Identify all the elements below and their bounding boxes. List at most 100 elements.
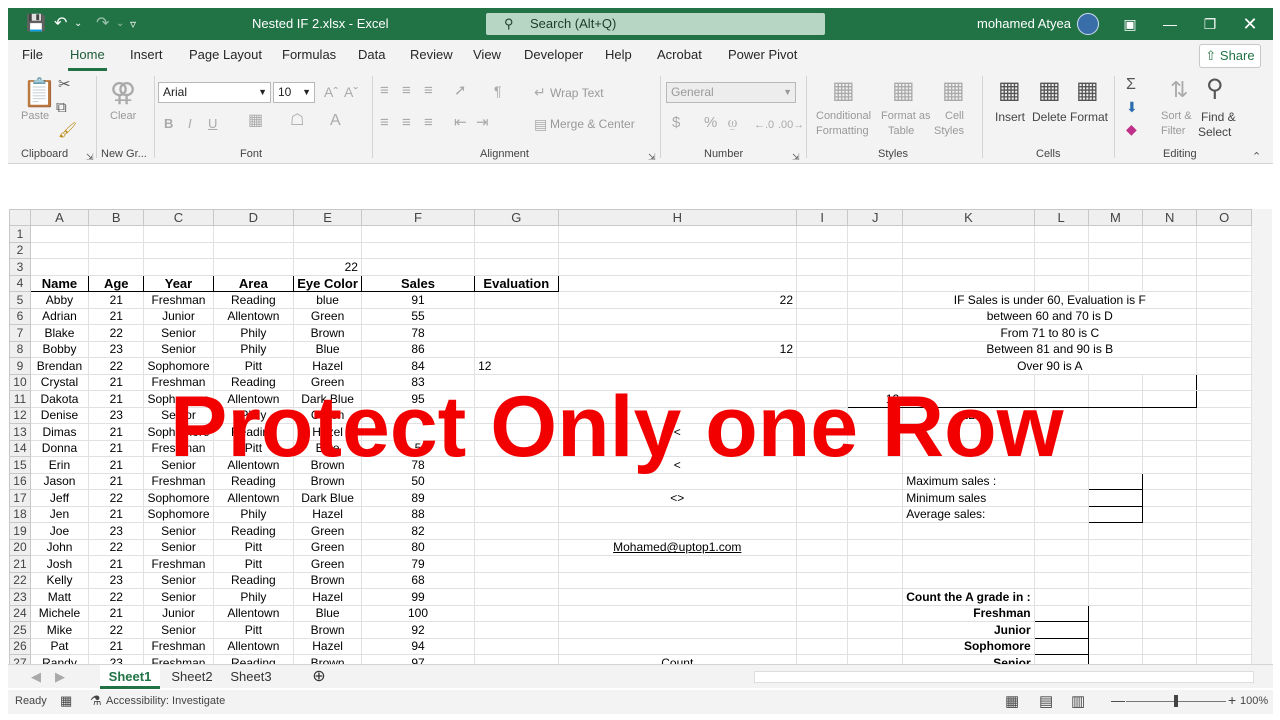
cell-M11[interactable] bbox=[1087, 390, 1144, 408]
cell-G19[interactable] bbox=[474, 522, 559, 540]
row-header[interactable]: 12 bbox=[9, 406, 31, 424]
cell-G9[interactable]: 12 bbox=[474, 357, 559, 375]
cell-G17[interactable] bbox=[474, 489, 559, 507]
cell-N20[interactable] bbox=[1142, 538, 1198, 556]
cell-A3[interactable] bbox=[29, 258, 90, 276]
cell-L17[interactable] bbox=[1033, 489, 1089, 507]
cell-B19[interactable]: 23 bbox=[88, 522, 145, 540]
row-header[interactable]: 2 bbox=[9, 241, 31, 259]
cell-C4[interactable]: Year bbox=[143, 274, 214, 292]
align-right-icon[interactable]: ≡ bbox=[424, 114, 433, 132]
underline-button[interactable]: U bbox=[208, 115, 217, 133]
cell-C6[interactable]: Junior bbox=[143, 307, 214, 325]
column-header[interactable]: A bbox=[29, 209, 90, 226]
cell-G24[interactable] bbox=[474, 604, 559, 622]
delete-cells-icon[interactable]: ▦ bbox=[1038, 78, 1061, 104]
cell-H3[interactable] bbox=[557, 258, 798, 276]
sheet-tab-sheet1[interactable]: Sheet1 bbox=[100, 665, 160, 689]
cell-B12[interactable]: 23 bbox=[88, 406, 145, 424]
column-header[interactable]: C bbox=[143, 209, 214, 226]
cell-K18[interactable]: Average sales: bbox=[902, 505, 1035, 523]
cell-C17[interactable]: Sophomore bbox=[143, 489, 214, 507]
cell-C22[interactable]: Senior bbox=[143, 571, 214, 589]
column-header[interactable]: L bbox=[1033, 209, 1089, 226]
align-top-icon[interactable]: ≡ bbox=[380, 82, 389, 100]
tab-formulas[interactable]: Formulas bbox=[282, 47, 336, 62]
cell-O13[interactable] bbox=[1196, 423, 1252, 441]
tab-developer[interactable]: Developer bbox=[524, 47, 583, 62]
cell-O21[interactable] bbox=[1196, 555, 1252, 573]
row-header[interactable]: 26 bbox=[9, 637, 31, 655]
cell-G1[interactable] bbox=[474, 225, 559, 243]
cell-O25[interactable] bbox=[1196, 621, 1252, 639]
sheet-tab-sheet3[interactable]: Sheet3 bbox=[222, 665, 280, 689]
wrap-text-label[interactable]: Wrap Text bbox=[550, 86, 604, 100]
cell-O3[interactable] bbox=[1196, 258, 1252, 276]
cell-M4[interactable] bbox=[1087, 274, 1144, 292]
cell-B6[interactable]: 21 bbox=[88, 307, 145, 325]
cell-K23[interactable]: Count the A grade in : bbox=[902, 588, 1035, 606]
fill-icon[interactable]: ⬇ bbox=[1126, 98, 1138, 116]
cell-A17[interactable]: Jeff bbox=[29, 489, 90, 507]
row-header[interactable]: 22 bbox=[9, 571, 31, 589]
cell-B9[interactable]: 22 bbox=[88, 357, 145, 375]
cell-F5[interactable]: 91 bbox=[360, 291, 476, 309]
cell-K7[interactable]: From 71 to 80 is C bbox=[902, 324, 1198, 342]
conditional-formatting-label-1[interactable]: Conditional bbox=[816, 110, 871, 122]
cell-I21[interactable] bbox=[796, 555, 849, 573]
row-header[interactable]: 10 bbox=[9, 373, 31, 391]
tab-acrobat[interactable]: Acrobat bbox=[657, 47, 702, 62]
cell-M21[interactable] bbox=[1087, 555, 1144, 573]
sort-filter-label-2[interactable]: Filter bbox=[1161, 125, 1185, 137]
cell-G18[interactable] bbox=[474, 505, 559, 523]
cell-M25[interactable] bbox=[1087, 621, 1144, 639]
font-color-icon[interactable]: A bbox=[330, 112, 341, 130]
cell-K19[interactable] bbox=[902, 522, 1035, 540]
redo-icon[interactable]: ↷ bbox=[96, 8, 109, 40]
cell-F23[interactable]: 99 bbox=[360, 588, 476, 606]
cell-E8[interactable]: Blue bbox=[293, 340, 362, 358]
cell-F1[interactable] bbox=[360, 225, 476, 243]
cell-B21[interactable]: 21 bbox=[88, 555, 145, 573]
cell-L23[interactable] bbox=[1033, 588, 1089, 606]
cell-B22[interactable]: 23 bbox=[88, 571, 145, 589]
cell-A26[interactable]: Pat bbox=[29, 637, 90, 655]
row-header[interactable]: 5 bbox=[9, 291, 31, 309]
cell-K25[interactable]: Junior bbox=[902, 621, 1035, 639]
cell-N14[interactable] bbox=[1142, 439, 1198, 457]
cell-K17[interactable]: Minimum sales bbox=[902, 489, 1035, 507]
comma-icon[interactable]: ⍹ bbox=[728, 114, 737, 132]
cell-D23[interactable]: Phily bbox=[212, 588, 295, 606]
cell-M15[interactable] bbox=[1087, 456, 1144, 474]
cell-J5[interactable] bbox=[847, 291, 904, 309]
cell-G4[interactable]: Evaluation bbox=[474, 274, 559, 292]
cell-M14[interactable] bbox=[1087, 439, 1144, 457]
cell-J2[interactable] bbox=[847, 241, 904, 259]
cell-F22[interactable]: 68 bbox=[360, 571, 476, 589]
fill-color-icon[interactable]: ☖ bbox=[290, 112, 304, 130]
cell-L19[interactable] bbox=[1033, 522, 1089, 540]
cell-D24[interactable]: Allentown bbox=[212, 604, 295, 622]
row-header[interactable]: 23 bbox=[9, 588, 31, 606]
cell-E24[interactable]: Blue bbox=[293, 604, 362, 622]
find-select-label-1[interactable]: Find & bbox=[1201, 110, 1236, 124]
cell-K20[interactable] bbox=[902, 538, 1035, 556]
cell-C2[interactable] bbox=[143, 241, 214, 259]
sort-filter-icon[interactable]: ⇅ bbox=[1170, 78, 1188, 102]
cell-E26[interactable]: Hazel bbox=[293, 637, 362, 655]
cell-J1[interactable] bbox=[847, 225, 904, 243]
zoom-in-icon[interactable]: + bbox=[1228, 692, 1236, 708]
bold-button[interactable]: B bbox=[164, 115, 173, 133]
cell-B14[interactable]: 21 bbox=[88, 439, 145, 457]
row-header[interactable]: 27 bbox=[9, 654, 31, 664]
cell-D27[interactable]: Reading bbox=[212, 654, 295, 664]
user-name[interactable]: mohamed Atyea bbox=[977, 8, 1071, 40]
cell-A27[interactable]: Randy bbox=[29, 654, 90, 664]
cell-A14[interactable]: Donna bbox=[29, 439, 90, 457]
search-box[interactable]: ⚲ Search (Alt+Q) bbox=[486, 13, 825, 35]
cell-H23[interactable] bbox=[557, 588, 798, 606]
cell-J20[interactable] bbox=[847, 538, 904, 556]
align-middle-icon[interactable]: ≡ bbox=[402, 82, 411, 100]
cell-N4[interactable] bbox=[1142, 274, 1198, 292]
cell-J9[interactable] bbox=[847, 357, 904, 375]
